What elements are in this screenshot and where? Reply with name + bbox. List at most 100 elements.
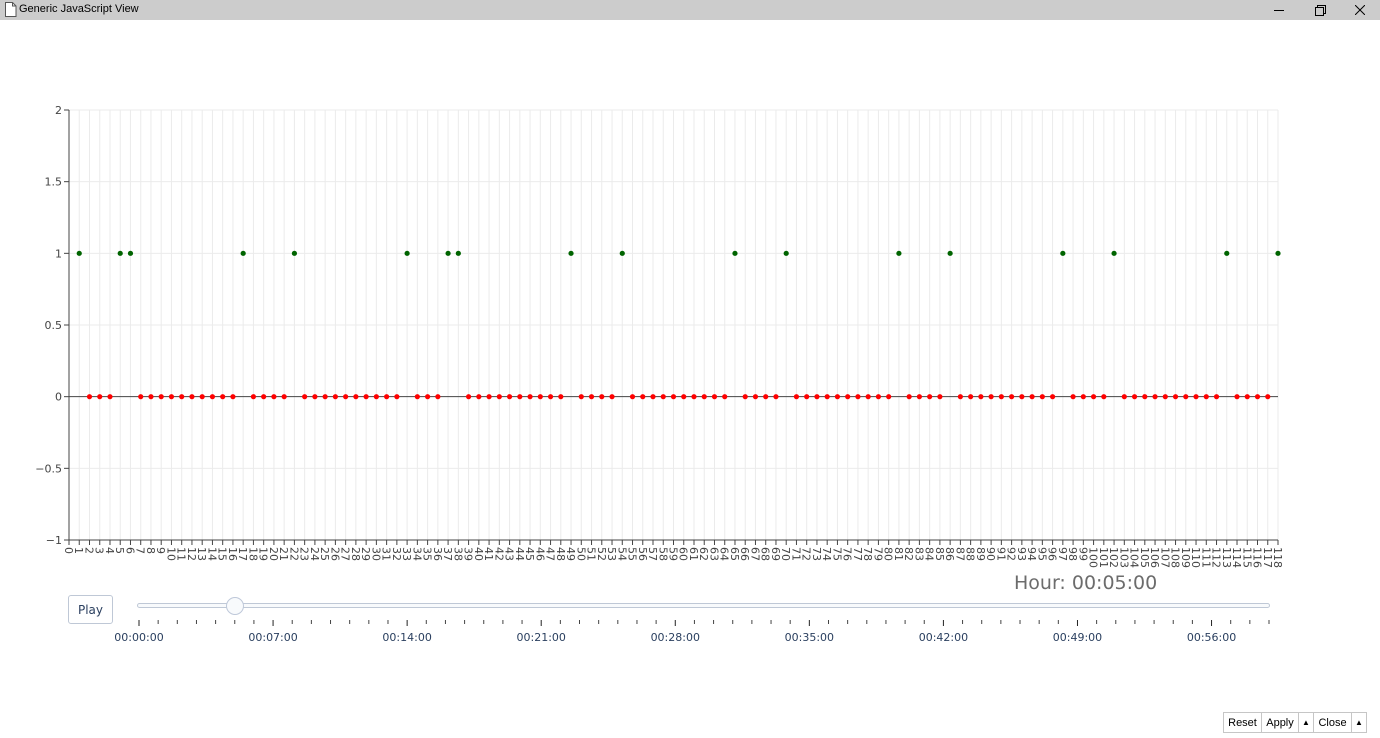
bottom-toolbar: Reset Apply ▲ Close ▲: [1223, 712, 1367, 733]
data-point: [670, 394, 677, 400]
data-point: [332, 394, 338, 400]
data-point: [968, 394, 974, 400]
data-point: [445, 250, 451, 256]
data-point: [127, 250, 134, 256]
data-point: [425, 394, 431, 400]
data-point: [558, 394, 564, 400]
data-point: [773, 394, 779, 400]
data-point: [506, 394, 513, 400]
data-point: [988, 394, 994, 400]
y-tick-labels: −1 −0.5 0 0.5 1 1.5 2: [35, 104, 62, 547]
data-point: [599, 394, 605, 400]
data-point: [916, 394, 922, 400]
data-point: [855, 394, 861, 400]
data-point: [1060, 250, 1066, 256]
data-point: [896, 250, 902, 256]
data-point: [804, 394, 810, 400]
data-point: [250, 394, 257, 400]
data-point: [650, 394, 656, 400]
data-point: [834, 394, 841, 400]
data-point: [1193, 394, 1199, 400]
slider-ticks: 00:00:00 00:07:00 00:14:00 00:21:00 00:28:00…: [114, 620, 1270, 644]
data-point: [281, 394, 287, 400]
data-point: [148, 394, 154, 400]
play-button[interactable]: Play: [68, 595, 113, 624]
slider-tick-label: 00:14:00: [382, 631, 431, 644]
data-point: [476, 394, 482, 400]
slider-tick-label: 00:49:00: [1053, 631, 1102, 644]
apply-button[interactable]: Apply: [1261, 712, 1299, 733]
data-point: [240, 250, 246, 256]
close-button[interactable]: Close: [1313, 712, 1352, 733]
minimize-icon: [1274, 10, 1284, 11]
data-point: [1234, 394, 1240, 400]
data-point: [373, 394, 379, 400]
data-point: [230, 394, 236, 400]
data-point: [189, 394, 195, 400]
reset-button[interactable]: Reset: [1223, 712, 1262, 733]
y-tick-label: −0.5: [35, 462, 62, 475]
data-point: [701, 394, 707, 400]
data-point: [722, 394, 728, 400]
title-bar: Generic JavaScript View: [0, 0, 1380, 20]
data-point: [824, 394, 830, 400]
data-point: [875, 394, 882, 400]
restore-button[interactable]: [1302, 0, 1338, 20]
time-slider-handle[interactable]: [225, 597, 244, 615]
data-point: [168, 394, 175, 400]
data-point: [414, 394, 420, 400]
data-point: [537, 394, 543, 400]
data-point: [742, 394, 748, 400]
data-point: [609, 394, 615, 400]
close-menu-arrow-icon[interactable]: ▲: [1351, 712, 1367, 733]
x-tick-label: 118: [1271, 547, 1284, 568]
data-point: [404, 250, 410, 256]
slider-tick-label: 00:21:00: [517, 631, 566, 644]
data-point: [179, 394, 185, 400]
apply-menu-arrow-icon[interactable]: ▲: [1298, 712, 1314, 733]
y-tick-label: −1: [46, 534, 62, 547]
data-point: [220, 394, 226, 400]
data-point: [711, 394, 718, 400]
time-slider-track[interactable]: [137, 603, 1270, 608]
data-point: [865, 394, 871, 400]
slider-tick-label: 00:00:00: [114, 631, 163, 644]
data-point: [752, 394, 759, 400]
data-point: [732, 250, 738, 256]
data-point: [1265, 394, 1271, 400]
data-point: [906, 394, 912, 400]
data-point: [1131, 394, 1138, 400]
data-point: [1101, 394, 1107, 400]
close-window-button[interactable]: [1342, 0, 1378, 20]
data-point: [1029, 394, 1035, 400]
data-point: [681, 394, 687, 400]
data-point: [568, 250, 574, 256]
data-point: [302, 394, 308, 400]
data-point: [1183, 394, 1189, 400]
data-point: [363, 394, 369, 400]
data-point: [629, 394, 636, 400]
data-point: [261, 394, 267, 400]
data-point: [691, 394, 697, 400]
data-point: [1213, 394, 1220, 400]
data-point: [947, 250, 953, 256]
close-icon: [1355, 5, 1365, 15]
data-point: [783, 250, 789, 256]
grid-lines: [68, 109, 1279, 541]
y-tick-label: 1.5: [45, 176, 63, 189]
data-point: [271, 394, 277, 400]
y-tick-label: 0.5: [45, 319, 63, 332]
y-tick-label: 1: [55, 247, 62, 260]
data-point: [1070, 394, 1076, 400]
data-point: [978, 394, 984, 400]
data-point: [1254, 394, 1261, 400]
data-point: [517, 394, 523, 400]
current-hour-label: Hour: 00:05:00: [1014, 572, 1158, 594]
data-point: [1090, 394, 1097, 400]
data-point: [158, 394, 164, 400]
data-point: [86, 394, 93, 400]
data-point: [1152, 394, 1158, 400]
data-point: [486, 394, 492, 400]
y-tick-label: 0: [55, 391, 62, 404]
minimize-button[interactable]: [1261, 0, 1297, 20]
